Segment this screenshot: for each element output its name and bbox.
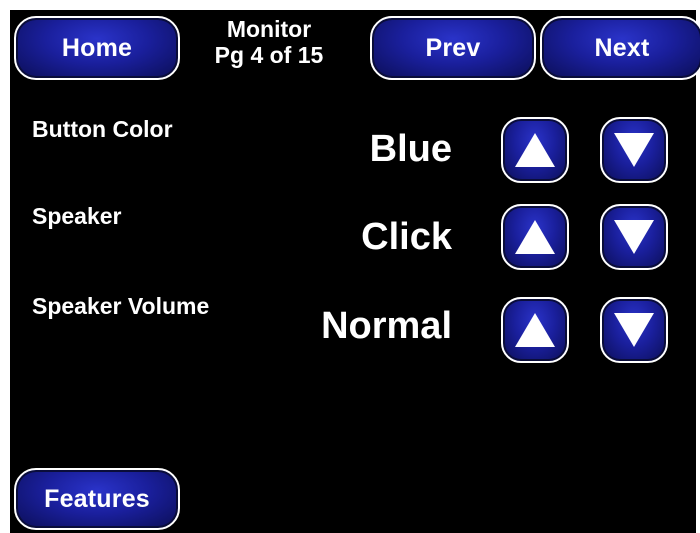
speaker-label: Speaker [32,203,122,229]
speaker-up-button[interactable] [501,204,569,270]
button-color-label: Button Color [32,116,173,142]
speaker-volume-down-button[interactable] [600,297,668,363]
triangle-down-icon [614,220,654,254]
button-color-down-button[interactable] [600,117,668,183]
speaker-down-button[interactable] [600,204,668,270]
speaker-volume-label: Speaker Volume [32,293,210,319]
button-color-value: Blue [369,128,452,170]
speaker-value: Click [361,216,452,258]
triangle-down-icon [614,313,654,347]
prev-button[interactable]: Prev [370,16,536,80]
triangle-up-icon [515,313,555,347]
monitor-settings-screen: Home Monitor Pg 4 of 15 Prev Next Button… [10,10,700,533]
page-title-name: Monitor [226,16,312,42]
next-button-label: Next [594,33,650,62]
triangle-up-icon [515,220,555,254]
page-title: Monitor Pg 4 of 15 [195,16,343,68]
next-button[interactable]: Next [540,16,700,80]
home-button[interactable]: Home [14,16,180,80]
features-button-label: Features [44,484,150,513]
triangle-up-icon [515,133,555,167]
triangle-down-icon [614,133,654,167]
features-button[interactable]: Features [14,468,180,530]
button-color-up-button[interactable] [501,117,569,183]
speaker-volume-value: Normal [321,305,452,347]
prev-button-label: Prev [425,33,481,62]
page-indicator: Pg 4 of 15 [214,42,324,68]
speaker-volume-up-button[interactable] [501,297,569,363]
home-button-label: Home [61,33,133,62]
